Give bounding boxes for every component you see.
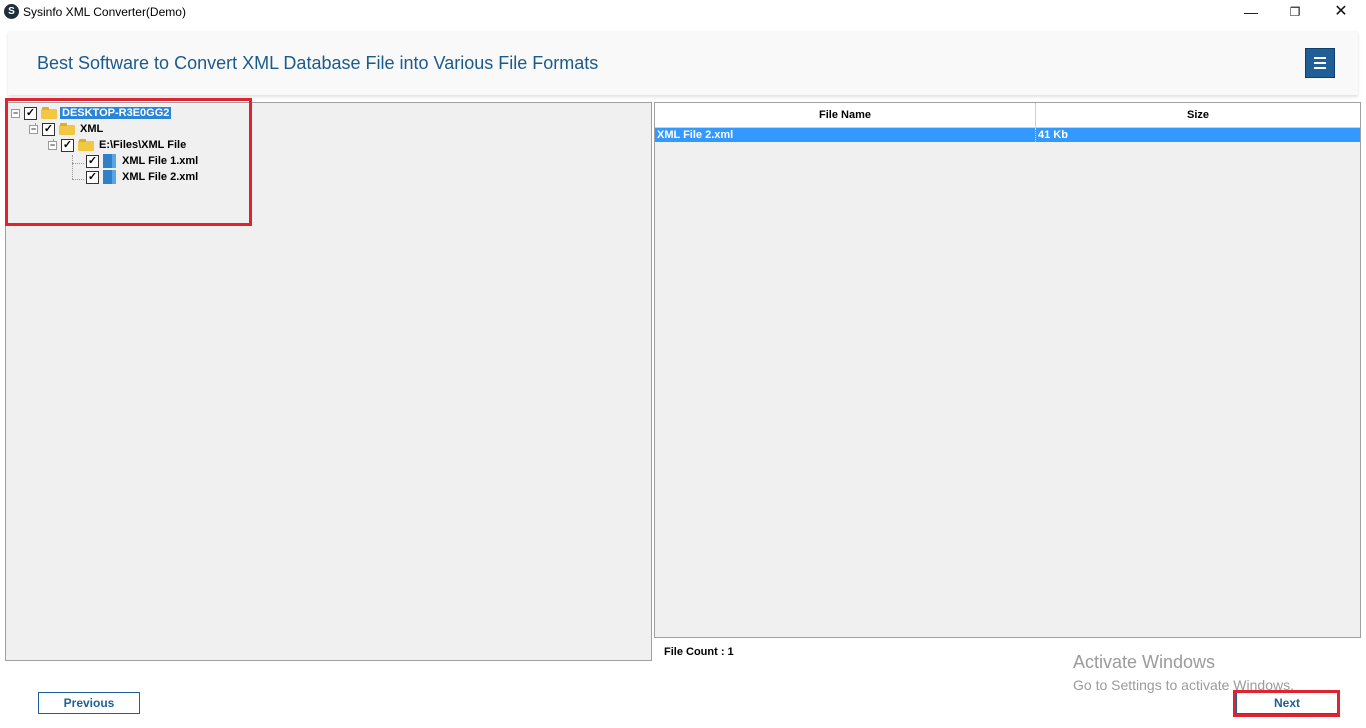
checkbox-xml-file-2[interactable]: ✓ [86,170,99,184]
previous-button[interactable]: Previous [38,692,140,714]
tree-connector [72,179,84,180]
tree-node-xml-file-2[interactable]: ✓ XML File 2.xml [86,169,200,185]
header-title: Best Software to Convert XML Database Fi… [37,53,599,73]
title-bar: S Sysinfo XML Converter(Demo) — ❐ ✕ [0,0,1366,24]
activation-watermark-title: Activate Windows [1073,652,1216,672]
checkbox-xml[interactable]: ✓ [42,122,55,136]
table-row[interactable]: XML File 2.xml 41 Kb [655,128,1360,142]
app-logo-icon: S [4,4,19,19]
tree-node-label: XML File 2.xml [122,171,199,183]
folder-icon [78,139,94,151]
folder-tree-panel[interactable]: − ✓ DESKTOP-R3E0GG2 − ✓ XML − ✓ E:\Files… [5,102,652,661]
window-title: Sysinfo XML Converter(Demo) [23,5,186,19]
tree-connector [72,163,84,164]
tree-node-label: XML [80,123,104,135]
xml-file-icon [103,170,116,184]
app-header: Best Software to Convert XML Database Fi… [8,31,1358,95]
tree-node-files-folder[interactable]: − ✓ E:\Files\XML File [48,137,188,153]
tree-node-label: XML File 1.xml [122,155,199,167]
tree-node-xml[interactable]: − ✓ XML [29,121,105,137]
tree-node-label: E:\Files\XML File [99,139,187,151]
restore-button[interactable]: ❐ [1272,0,1318,24]
tree-node-xml-file-1[interactable]: ✓ XML File 1.xml [86,153,200,169]
tree-node-desktop[interactable]: − ✓ DESKTOP-R3E0GG2 [11,105,172,121]
next-button[interactable]: Next [1236,692,1338,714]
collapse-icon[interactable]: − [11,108,20,118]
cell-file-name: XML File 2.xml [655,128,1036,142]
checkbox-desktop[interactable]: ✓ [24,106,37,120]
file-count-label: File Count : 1 [664,646,734,658]
activation-watermark-subtitle: Go to Settings to activate Windows. [1073,677,1294,693]
folder-icon [59,123,75,135]
computer-folder-icon [41,107,57,119]
collapse-icon[interactable]: − [48,140,57,150]
tree-connector [72,155,73,179]
cell-size: 41 Kb [1038,129,1068,141]
collapse-icon[interactable]: − [29,124,38,134]
column-header-size[interactable]: Size [1036,103,1360,127]
file-list-panel[interactable]: File Name Size XML File 2.xml 41 Kb [654,102,1361,638]
tree-node-label: DESKTOP-R3E0GG2 [60,107,172,119]
checkbox-xml-file-1[interactable]: ✓ [86,154,99,168]
menu-button[interactable] [1305,48,1335,78]
minimize-button[interactable]: — [1228,0,1274,24]
xml-file-icon [103,154,116,168]
hamburger-icon [1314,57,1326,59]
checkbox-files-folder[interactable]: ✓ [61,138,74,152]
table-header: File Name Size [655,103,1360,128]
column-header-file-name[interactable]: File Name [655,103,1036,127]
close-button[interactable]: ✕ [1318,0,1364,24]
